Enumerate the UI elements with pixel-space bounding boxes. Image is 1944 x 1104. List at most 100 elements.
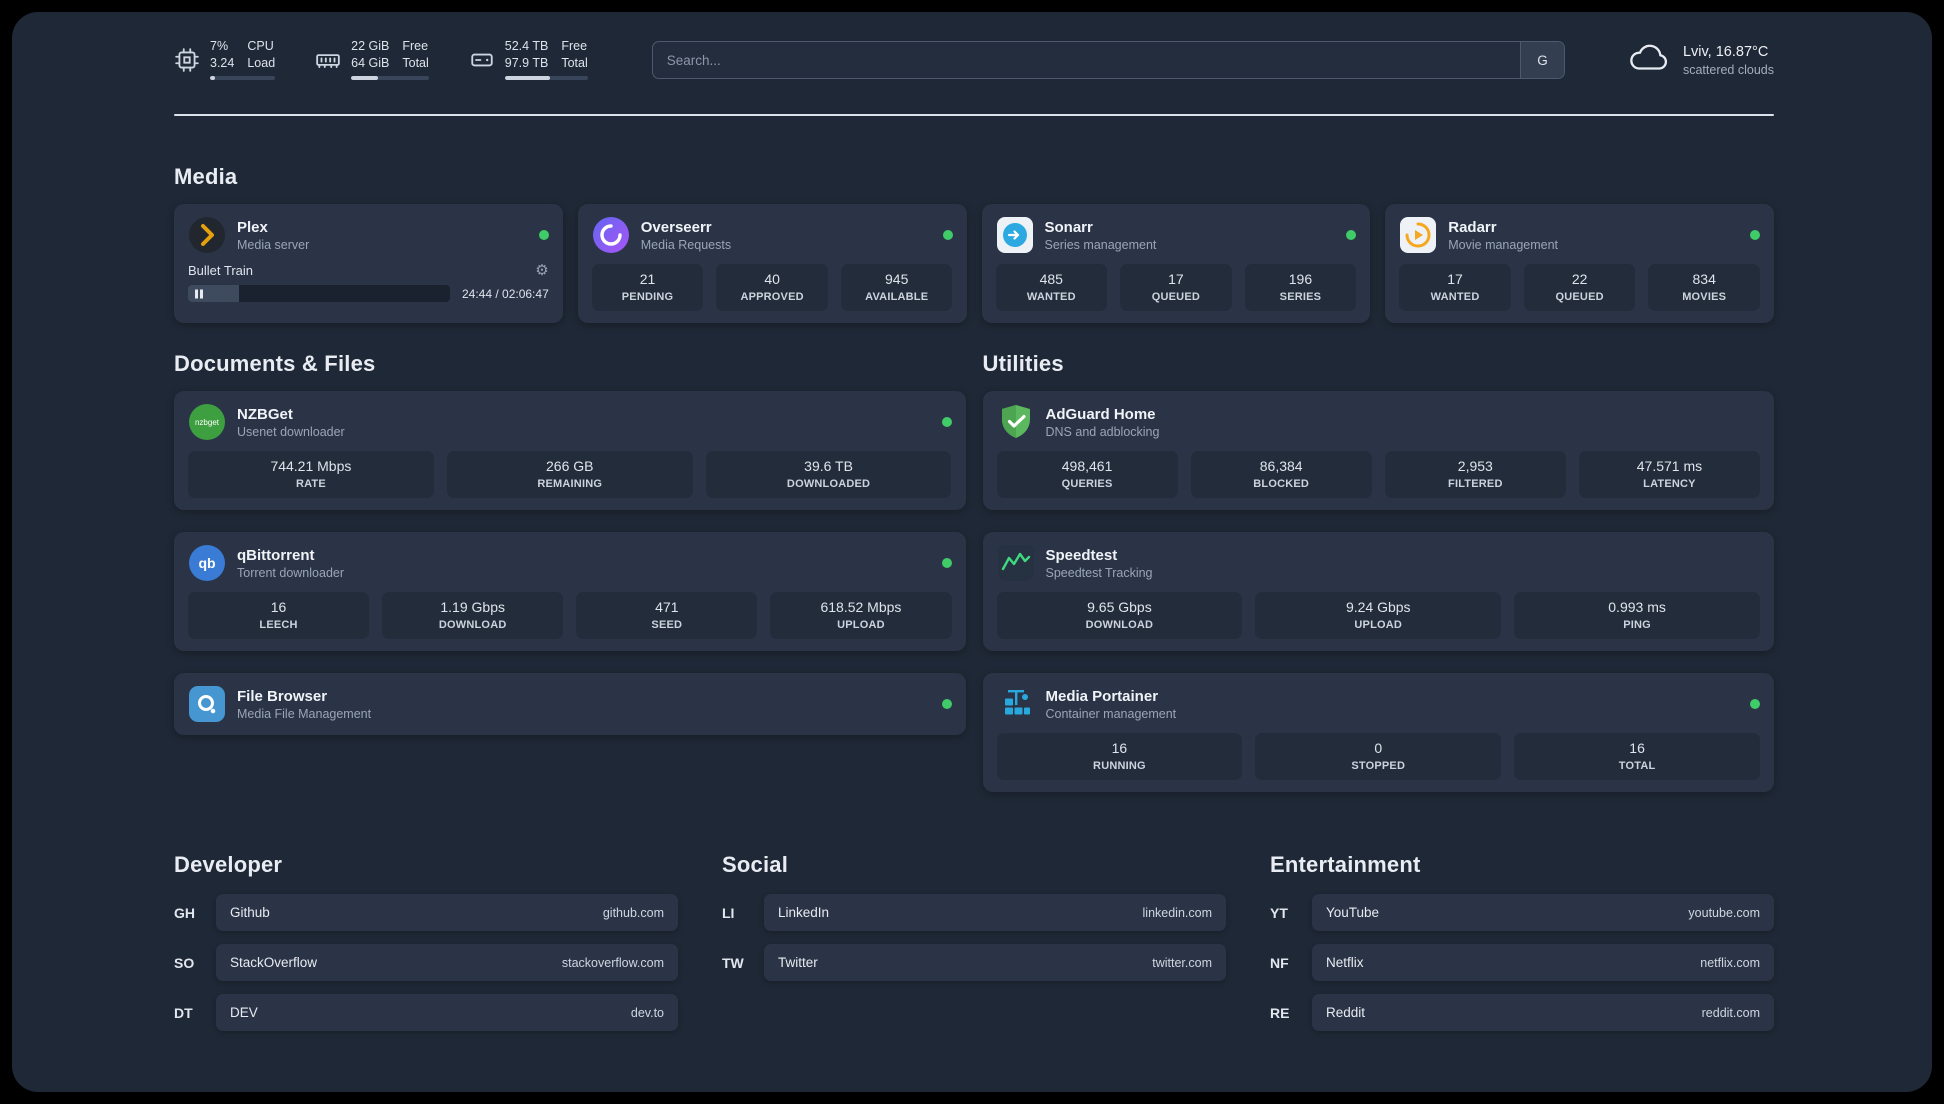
bookmark-link-linkedin[interactable]: LinkedIn linkedin.com bbox=[764, 894, 1226, 931]
app-name: Media Portainer bbox=[1045, 687, 1159, 705]
app-name: File Browser bbox=[237, 687, 328, 705]
header-divider bbox=[174, 114, 1774, 116]
stat-value: 47.571 ms bbox=[1636, 458, 1703, 474]
speedtest-icon bbox=[997, 544, 1035, 582]
sonarr-icon bbox=[996, 216, 1034, 254]
pause-icon[interactable] bbox=[195, 289, 203, 298]
plex-icon bbox=[188, 216, 226, 254]
stat-label: UPLOAD bbox=[1354, 619, 1403, 631]
stat-tile: 47.571 ms LATENCY bbox=[1578, 451, 1760, 498]
bookmark-name: Netflix bbox=[1326, 955, 1364, 970]
app-card-speedtest[interactable]: Speedtest Speedtest Tracking 9.65 Gbps DO… bbox=[982, 532, 1774, 651]
ram-icon bbox=[315, 47, 341, 73]
stat-label: TOTAL bbox=[1618, 760, 1656, 772]
bookmark-url: youtube.com bbox=[1688, 905, 1760, 920]
stat-tile: 618.52 Mbps UPLOAD bbox=[770, 592, 952, 639]
gear-icon[interactable]: ⚙ bbox=[535, 263, 548, 278]
app-name: Radarr bbox=[1448, 218, 1497, 236]
app-subtitle: Media Requests bbox=[640, 237, 732, 252]
stat-label: QUERIES bbox=[1061, 478, 1113, 490]
app-card-filebrowser[interactable]: File Browser Media File Management bbox=[174, 673, 966, 735]
portainer-icon bbox=[997, 685, 1035, 723]
playback-time: 24:44 / 02:06:47 bbox=[462, 286, 549, 301]
app-name: Speedtest bbox=[1045, 546, 1118, 564]
disk-total-label: Total bbox=[561, 55, 588, 70]
stat-value: 1.19 Gbps bbox=[440, 599, 505, 615]
stat-value: 40 bbox=[764, 271, 780, 287]
bookmark-row: SO StackOverflow stackoverflow.com bbox=[174, 944, 678, 981]
ram-widget: 22 GiB 64 GiB Free Total bbox=[315, 39, 429, 81]
svg-text:qb: qb bbox=[198, 555, 215, 571]
cpu-percent: 7% bbox=[210, 38, 229, 53]
stat-value: 2,953 bbox=[1457, 458, 1493, 474]
app-card-qbittorrent[interactable]: qb qBittorrent Torrent downloader 16 LEEC… bbox=[174, 532, 966, 651]
playback-progress-bar[interactable] bbox=[188, 285, 450, 302]
app-card-adguard[interactable]: AdGuard Home DNS and adblocking 498,461 Q… bbox=[982, 391, 1774, 510]
stat-tile: 16 RUNNING bbox=[996, 733, 1243, 780]
app-card-overseerr[interactable]: Overseerr Media Requests 21 PENDING 40 APPR… bbox=[577, 204, 967, 323]
svg-text:nzbget: nzbget bbox=[195, 418, 220, 427]
bookmark-abbr: DT bbox=[174, 1004, 193, 1021]
bookmark-link-reddit[interactable]: Reddit reddit.com bbox=[1312, 994, 1774, 1031]
app-card-radarr[interactable]: Radarr Movie management 17 WANTED 22 QUEUED… bbox=[1385, 204, 1774, 323]
bookmarks-row: Developer GH Github github.com SO StackOverf… bbox=[174, 852, 1774, 1031]
cpu-label: CPU bbox=[247, 38, 274, 53]
stat-value: 39.6 TB bbox=[804, 458, 853, 474]
status-dot-online bbox=[941, 699, 952, 709]
status-dot-online bbox=[538, 230, 549, 240]
stat-label: DOWNLOAD bbox=[438, 619, 507, 631]
bookmark-abbr: GH bbox=[174, 904, 195, 921]
bookmark-link-github[interactable]: Github github.com bbox=[216, 894, 678, 931]
stat-value: 17 bbox=[1168, 271, 1184, 287]
stat-label: WANTED bbox=[1430, 291, 1480, 303]
app-subtitle: Container management bbox=[1045, 706, 1177, 721]
stat-tiles: 17 WANTED 22 QUEUED 834 MOVIES bbox=[1399, 264, 1760, 311]
app-name: Sonarr bbox=[1044, 218, 1093, 236]
app-name: NZBGet bbox=[237, 405, 293, 423]
app-card-nzbget[interactable]: nzbget NZBGet Usenet downloader 744.21 M… bbox=[174, 391, 966, 510]
app-card-sonarr[interactable]: Sonarr Series management 485 WANTED 17 QUEU… bbox=[981, 204, 1371, 323]
bookmark-abbr: RE bbox=[1270, 1004, 1290, 1021]
stat-label: RUNNING bbox=[1093, 760, 1146, 772]
search-engine-button[interactable]: G bbox=[1519, 42, 1564, 78]
stat-value: 86,384 bbox=[1259, 458, 1303, 474]
bookmark-row: NF Netflix netflix.com bbox=[1270, 944, 1774, 981]
stat-label: REMAINING bbox=[537, 478, 603, 490]
app-card-portainer[interactable]: Media Portainer Container management 16 R… bbox=[982, 673, 1774, 792]
app-subtitle: Movie management bbox=[1448, 237, 1559, 252]
stat-tile: 498,461 QUERIES bbox=[996, 451, 1178, 498]
stat-label: SEED bbox=[651, 619, 683, 631]
bookmark-name: Reddit bbox=[1326, 1005, 1366, 1020]
search-input[interactable] bbox=[652, 52, 1520, 68]
top-bar: 7% 3.24 CPU Load 22 GiB 64 GiB Free Tota… bbox=[174, 32, 1774, 88]
bookmark-link-dev[interactable]: DEV dev.to bbox=[216, 994, 678, 1031]
bookmark-link-twitter[interactable]: Twitter twitter.com bbox=[764, 944, 1226, 981]
stat-tile: 16 LEECH bbox=[188, 592, 370, 639]
disk-icon bbox=[469, 47, 495, 73]
bookmarks-developer: Developer GH Github github.com SO StackOverf… bbox=[174, 852, 678, 1031]
status-dot-online bbox=[941, 417, 952, 427]
status-dot-online bbox=[1346, 230, 1357, 240]
stat-tiles: 16 RUNNING 0 STOPPED 16 TOTAL bbox=[996, 733, 1761, 780]
status-dot-online bbox=[941, 558, 952, 568]
stat-value: 9.65 Gbps bbox=[1087, 599, 1152, 615]
cpu-widget: 7% 3.24 CPU Load bbox=[174, 38, 276, 81]
nzbget-icon: nzbget bbox=[188, 403, 226, 441]
app-subtitle: Speedtest Tracking bbox=[1045, 565, 1153, 580]
stat-tiles: 16 LEECH 1.19 Gbps DOWNLOAD 471 SEED 618.52 Mb… bbox=[188, 592, 952, 639]
bookmark-url: stackoverflow.com bbox=[561, 955, 664, 970]
bookmark-link-netflix[interactable]: Netflix netflix.com bbox=[1312, 944, 1774, 981]
stat-value: 498,461 bbox=[1061, 458, 1113, 474]
disk-usage-bar bbox=[504, 76, 588, 81]
stat-value: 834 bbox=[1692, 271, 1716, 287]
bookmark-link-youtube[interactable]: YouTube youtube.com bbox=[1312, 894, 1774, 931]
app-subtitle: Series management bbox=[1044, 237, 1157, 252]
stat-tile: 485 WANTED bbox=[995, 264, 1108, 311]
bookmark-link-stackoverflow[interactable]: StackOverflow stackoverflow.com bbox=[216, 944, 678, 981]
stat-value: 16 bbox=[1629, 740, 1645, 756]
bookmark-url: linkedin.com bbox=[1142, 905, 1212, 920]
section-title-entertainment: Entertainment bbox=[1270, 852, 1421, 877]
app-card-plex[interactable]: Plex Media server Bullet Train ⚙ 24:44 /… bbox=[174, 204, 563, 323]
bookmark-row: GH Github github.com bbox=[174, 894, 678, 931]
stat-tiles: 744.21 Mbps RATE 266 GB REMAINING 39.6 TB DOW… bbox=[188, 451, 952, 498]
